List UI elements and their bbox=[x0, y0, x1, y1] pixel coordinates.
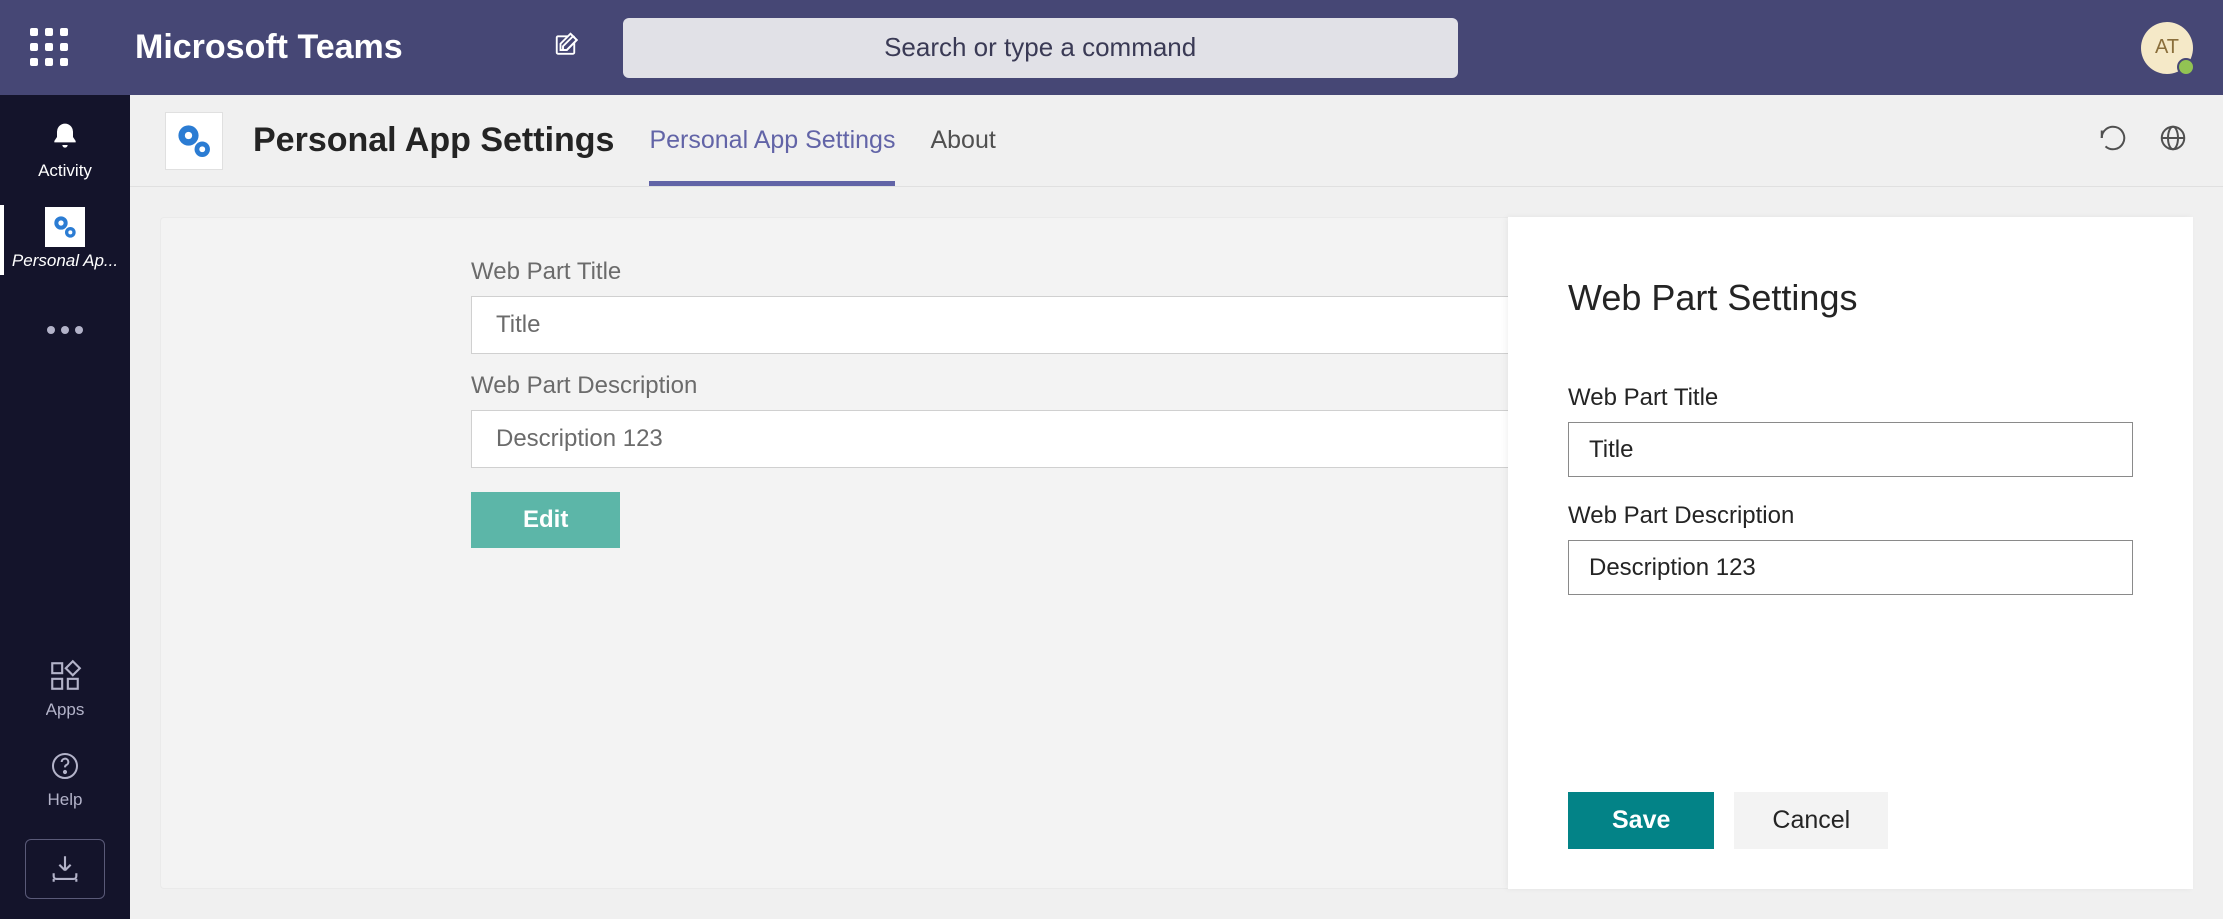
top-bar: Microsoft Teams AT bbox=[0, 0, 2223, 95]
left-rail: Activity Personal Ap... bbox=[0, 95, 130, 919]
presence-available-icon bbox=[2177, 58, 2195, 76]
download-icon bbox=[48, 852, 82, 886]
waffle-icon[interactable] bbox=[30, 28, 70, 68]
content-area: Personal App Settings Personal App Setti… bbox=[130, 95, 2223, 919]
panel-input-description[interactable] bbox=[1568, 540, 2133, 595]
avatar-initials: AT bbox=[2155, 36, 2179, 59]
rail-item-apps[interactable]: Apps bbox=[0, 644, 130, 734]
globe-icon[interactable] bbox=[2158, 123, 2188, 158]
avatar[interactable]: AT bbox=[2141, 22, 2193, 74]
app-title: Microsoft Teams bbox=[135, 28, 403, 67]
rail-label-activity: Activity bbox=[38, 161, 92, 181]
edit-button[interactable]: Edit bbox=[471, 492, 620, 548]
rail-label-apps: Apps bbox=[46, 700, 85, 720]
panel-actions: Save Cancel bbox=[1568, 732, 2133, 849]
panel-input-title[interactable] bbox=[1568, 422, 2133, 477]
help-icon bbox=[49, 748, 81, 784]
bell-icon bbox=[49, 119, 81, 155]
more-icon bbox=[47, 312, 83, 348]
compose-icon[interactable] bbox=[553, 30, 583, 65]
main-body: Web Part Title Web Part Description Edit… bbox=[130, 187, 2223, 919]
page-title: Personal App Settings bbox=[253, 121, 614, 160]
app-gears-icon bbox=[165, 112, 223, 170]
refresh-icon[interactable] bbox=[2098, 123, 2128, 158]
download-button[interactable] bbox=[25, 839, 105, 899]
content-header: Personal App Settings Personal App Setti… bbox=[130, 95, 2223, 187]
rail-item-help[interactable]: Help bbox=[0, 734, 130, 824]
panel-label-description: Web Part Description bbox=[1568, 502, 2133, 530]
rail-label-help: Help bbox=[48, 790, 83, 810]
search-input[interactable] bbox=[623, 18, 1458, 78]
tab-about[interactable]: About bbox=[930, 95, 995, 186]
panel-label-title: Web Part Title bbox=[1568, 384, 2133, 412]
rail-item-more[interactable] bbox=[0, 285, 130, 375]
rail-label-personal-app: Personal Ap... bbox=[12, 251, 118, 271]
rail-item-personal-app[interactable]: Personal Ap... bbox=[0, 195, 130, 285]
apps-icon bbox=[48, 658, 82, 694]
tab-personal-app-settings[interactable]: Personal App Settings bbox=[649, 95, 895, 186]
panel-title: Web Part Settings bbox=[1568, 277, 2133, 319]
save-button[interactable]: Save bbox=[1568, 792, 1714, 849]
rail-item-activity[interactable]: Activity bbox=[0, 105, 130, 195]
tabs: Personal App Settings About bbox=[649, 95, 995, 186]
cancel-button[interactable]: Cancel bbox=[1734, 792, 1888, 849]
settings-panel: Web Part Settings Web Part Title Web Par… bbox=[1508, 217, 2193, 889]
gears-icon bbox=[45, 209, 85, 245]
